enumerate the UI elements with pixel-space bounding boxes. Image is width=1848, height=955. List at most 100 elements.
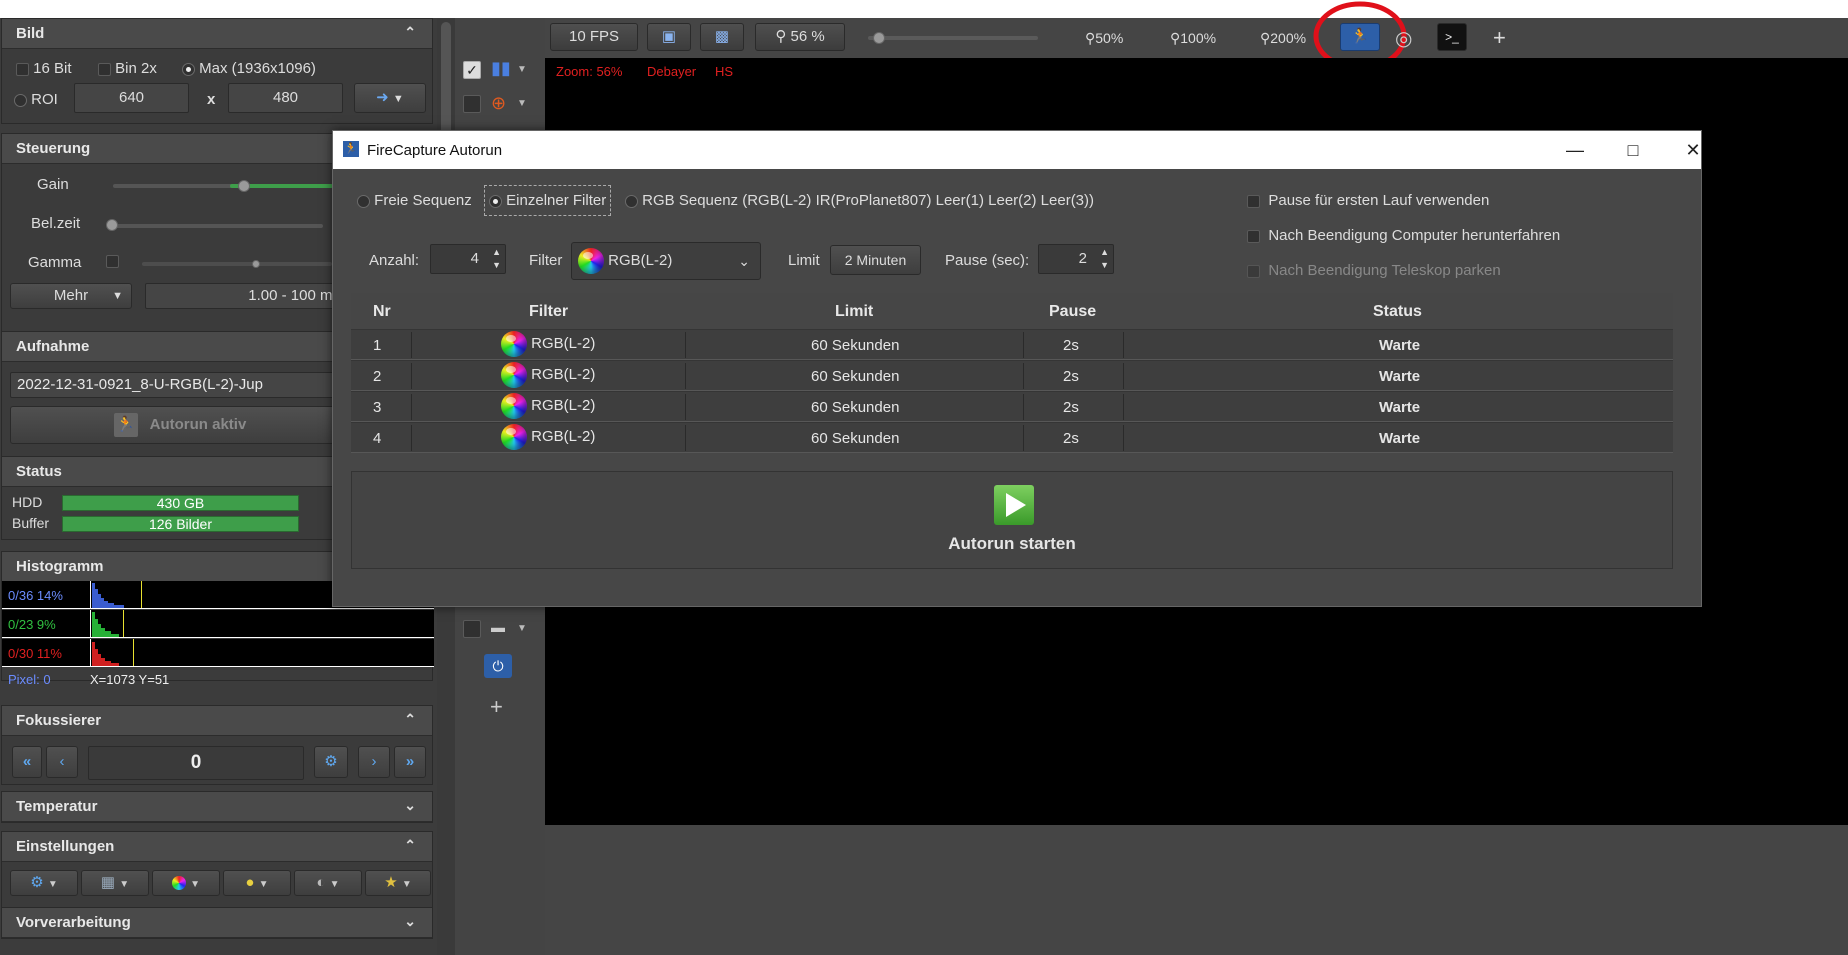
- max-option[interactable]: Max (1936x1096): [182, 60, 316, 77]
- settings-light-dropdown[interactable]: ● ▼: [223, 870, 291, 896]
- fit-screen-button[interactable]: ▣: [647, 23, 691, 51]
- table-row[interactable]: 4 RGB(L-2) 60 Sekunden 2s Warte: [351, 422, 1673, 453]
- settings-layout-dropdown[interactable]: ▦ ▼: [81, 870, 149, 896]
- roi-option[interactable]: ROI: [14, 91, 58, 108]
- mode-free-radio[interactable]: [357, 194, 370, 208]
- mode-free-option[interactable]: Freie Sequenz: [357, 192, 472, 209]
- mode-rgb-radio[interactable]: [625, 194, 638, 208]
- max-radio[interactable]: [182, 62, 195, 76]
- rgb-filter-icon: [501, 362, 527, 388]
- expand-down-icon[interactable]: ⌄: [404, 797, 416, 814]
- mode-single-radio[interactable]: [489, 194, 502, 208]
- histogram-toggle-checkbox[interactable]: ✓: [463, 61, 481, 79]
- settings-gauge-dropdown[interactable]: ◐ ▼: [294, 870, 362, 896]
- collapse-up-icon[interactable]: ⌃: [404, 837, 416, 854]
- belzeit-slider[interactable]: [113, 224, 323, 228]
- zoom-100-button[interactable]: ⚲100%: [1170, 30, 1216, 47]
- opt-shutdown-checkbox[interactable]: [1247, 229, 1260, 243]
- fokussierer-title: Fokussierer: [16, 712, 102, 729]
- bar-icon[interactable]: ▬: [491, 619, 505, 635]
- roi-height-input[interactable]: 480: [228, 83, 343, 113]
- opt-pause-option[interactable]: Pause für ersten Lauf verwenden: [1247, 192, 1489, 209]
- opt-pause-label: Pause für ersten Lauf verwenden: [1268, 192, 1490, 209]
- maximize-button[interactable]: □: [1613, 137, 1653, 163]
- table-row[interactable]: 2 RGB(L-2) 60 Sekunden 2s Warte: [351, 360, 1673, 391]
- fokussierer-header[interactable]: Fokussierer ⌃: [2, 706, 432, 736]
- vorverarbeitung-header[interactable]: Vorverarbeitung ⌄: [2, 908, 432, 938]
- settings-color-dropdown[interactable]: ▼: [152, 870, 220, 896]
- power-icon[interactable]: ⏻: [484, 654, 512, 678]
- expand-down-icon[interactable]: ⌄: [404, 913, 416, 930]
- table-row[interactable]: 3 RGB(L-2) 60 Sekunden 2s Warte: [351, 391, 1673, 422]
- roi-radio[interactable]: [14, 93, 27, 107]
- autorun-active-button[interactable]: 🏃 Autorun aktiv: [10, 406, 350, 444]
- chevron-down-icon[interactable]: ▼: [517, 623, 527, 634]
- pause-spinner[interactable]: 2 ▲ ▼: [1038, 244, 1114, 274]
- chevron-down-icon[interactable]: ▼: [517, 98, 527, 109]
- zoom-50-button[interactable]: ⚲50%: [1085, 30, 1123, 47]
- magnifier-icon: ⚲: [775, 28, 787, 45]
- temperatur-header[interactable]: Temperatur ⌄: [2, 792, 432, 822]
- screen-settings-button[interactable]: ▩: [700, 23, 744, 51]
- aufnahme-title: Aufnahme: [16, 338, 90, 355]
- console-button[interactable]: >_: [1437, 23, 1467, 51]
- column-separator: [685, 363, 686, 389]
- zoom-slider[interactable]: [868, 36, 1038, 40]
- fps-button[interactable]: 10 FPS: [550, 23, 638, 51]
- opt-pause-checkbox[interactable]: [1247, 194, 1260, 208]
- spinner-arrows-icon[interactable]: ▲ ▼: [1100, 246, 1109, 272]
- roi-apply-dropdown[interactable]: ➜ ▼: [354, 83, 426, 113]
- col-nr: Nr: [373, 303, 391, 320]
- focus-right-button[interactable]: ›: [358, 746, 390, 778]
- side-add-button[interactable]: +: [490, 694, 503, 720]
- zoom-value-button[interactable]: ⚲ 56 %: [755, 23, 845, 51]
- chevron-down-icon[interactable]: ▼: [517, 64, 527, 75]
- crosshair-toggle-checkbox[interactable]: [463, 95, 481, 113]
- bild-header[interactable]: Bild ⌃: [2, 19, 432, 49]
- filename-field[interactable]: 2022-12-31-0921_8-U-RGB(L-2)-Jup: [10, 372, 350, 398]
- limit-button[interactable]: 2 Minuten: [830, 245, 921, 275]
- zoom-slider-knob[interactable]: [873, 32, 885, 44]
- minimize-button[interactable]: —: [1555, 137, 1595, 163]
- belzeit-slider-knob[interactable]: [106, 219, 118, 231]
- roi-width-input[interactable]: 640: [74, 83, 189, 113]
- start-autorun-label[interactable]: Autorun starten: [352, 534, 1672, 554]
- gamma-checkbox[interactable]: [106, 255, 119, 268]
- filter-select[interactable]: RGB(L-2) ⌄: [571, 242, 761, 280]
- bit16-checkbox[interactable]: [16, 62, 29, 76]
- bulb-icon: ●: [245, 874, 255, 891]
- play-button[interactable]: [994, 485, 1034, 525]
- bin2x-checkbox[interactable]: [98, 62, 111, 76]
- focus-settings-button[interactable]: ⚙: [314, 746, 348, 778]
- toolbar-add-button[interactable]: +: [1493, 25, 1506, 51]
- focus-fast-left-button[interactable]: «: [12, 746, 42, 778]
- collapse-up-icon[interactable]: ⌃: [404, 711, 416, 728]
- mehr-dropdown[interactable]: Mehr ▼: [10, 283, 132, 309]
- bit16-option[interactable]: 16 Bit: [16, 60, 72, 77]
- gamma-slider-knob[interactable]: [252, 260, 260, 268]
- mode-single-label: Einzelner Filter: [506, 192, 607, 209]
- mode-rgb-option[interactable]: RGB Sequenz (RGB(L-2) IR(ProPlanet807) L…: [625, 192, 1094, 209]
- gain-slider-knob[interactable]: [238, 180, 250, 192]
- spinner-arrows-icon[interactable]: ▲ ▼: [492, 246, 501, 272]
- gamma-slider[interactable]: [142, 262, 332, 266]
- collapse-up-icon[interactable]: ⌃: [404, 24, 416, 41]
- einstellungen-header[interactable]: Einstellungen ⌃: [2, 832, 432, 862]
- close-button[interactable]: ✕: [1673, 137, 1713, 163]
- hist-green-row: 0/23 9%: [2, 610, 434, 638]
- table-row[interactable]: 1 RGB(L-2) 60 Sekunden 2s Warte: [351, 329, 1673, 360]
- settings-gear-dropdown[interactable]: ⚙ ▼: [10, 870, 78, 896]
- column-separator: [411, 425, 412, 451]
- opt-shutdown-option[interactable]: Nach Beendigung Computer herunterfahren: [1247, 227, 1560, 244]
- focus-left-button[interactable]: ‹: [46, 746, 78, 778]
- film-reel-icon[interactable]: ◎: [1395, 26, 1412, 51]
- focus-fast-right-button[interactable]: »: [394, 746, 426, 778]
- anzahl-spinner[interactable]: 4 ▲ ▼: [430, 244, 506, 274]
- bar-chart-icon[interactable]: ▮▮: [491, 58, 511, 79]
- crosshair-icon[interactable]: ⊕: [491, 93, 506, 114]
- mode-single-option[interactable]: Einzelner Filter: [484, 185, 612, 216]
- chevron-down-icon: ▼: [112, 290, 123, 302]
- settings-telescope-dropdown[interactable]: ★ ▼: [365, 870, 431, 896]
- bin2x-option[interactable]: Bin 2x: [98, 60, 157, 77]
- bar-toggle-checkbox[interactable]: [463, 620, 481, 638]
